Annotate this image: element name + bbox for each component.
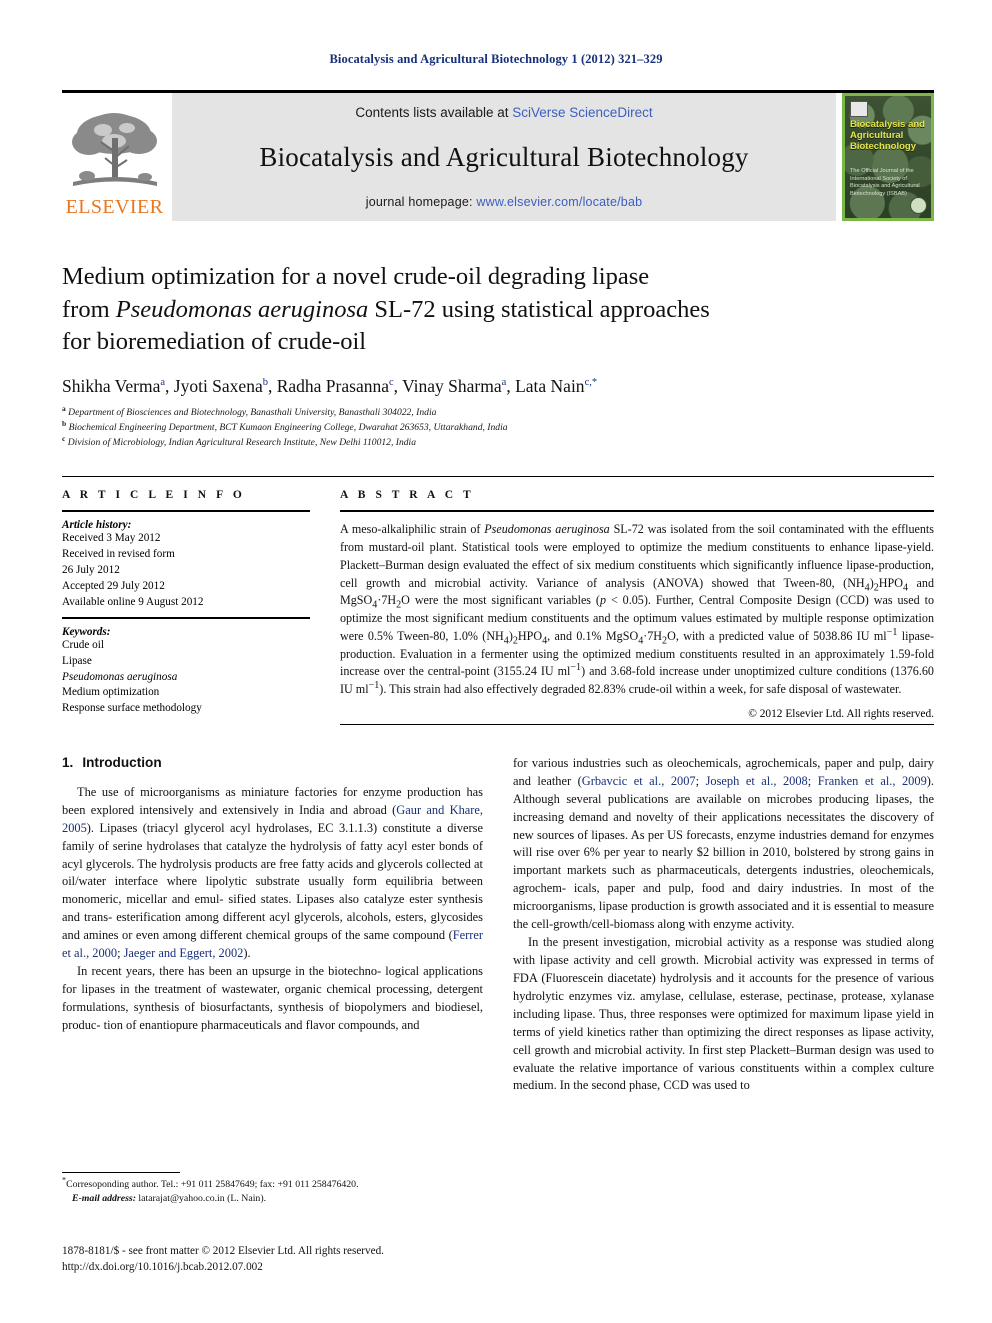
author-affil-mark: b xyxy=(262,376,268,388)
doi-link[interactable]: http://dx.doi.org/10.1016/j.bcab.2012.07… xyxy=(62,1259,582,1275)
keywords-block: Keywords: Crude oil Lipase Pseudomonas a… xyxy=(62,619,310,718)
cover-badge-icon xyxy=(910,197,927,214)
abstract-column: A B S T R A C T A meso-alkaliphilic stra… xyxy=(340,489,934,725)
keyword: Lipase xyxy=(62,654,92,667)
affiliation-list: a Department of Biosciences and Biotechn… xyxy=(62,404,930,451)
title-line-2-prefix: from xyxy=(62,295,116,323)
article-history-item: Available online 9 August 2012 xyxy=(62,595,204,608)
elsevier-wordmark: ELSEVIER xyxy=(65,196,164,218)
journal-band: Contents lists available at SciVerse Sci… xyxy=(172,93,836,221)
author-list: Shikha Vermaa, Jyoti Saxenab, Radha Pras… xyxy=(62,375,598,396)
affiliation: c Division of Microbiology, Indian Agric… xyxy=(62,433,930,451)
journal-cover-thumbnail: Biocatalysis and Agricultural Biotechnol… xyxy=(842,93,934,221)
journal-homepage-link[interactable]: www.elsevier.com/locate/bab xyxy=(476,195,642,209)
body-column-left: 1. Introduction The use of microorganisms… xyxy=(62,755,483,1096)
article-body: 1. Introduction The use of microorganisms… xyxy=(62,755,934,1096)
author-name: Jyoti Saxena xyxy=(173,375,263,396)
cover-title: Biocatalysis and Agricultural Biotechnol… xyxy=(850,119,925,152)
article-info-heading: A R T I C L E I N F O xyxy=(62,489,246,502)
issn-copyright-line: 1878-8181/$ - see front matter © 2012 El… xyxy=(62,1245,384,1257)
citation-link[interactable]: Franken et al., 2009 xyxy=(818,774,927,788)
author-affil-mark: c xyxy=(388,376,394,388)
author: Vinay Sharmaa xyxy=(402,376,506,396)
keyword: Medium optimization xyxy=(62,686,160,699)
author-affil-mark: c,* xyxy=(584,376,598,388)
citation-link[interactable]: Joseph et al., 2008 xyxy=(706,774,808,788)
article-history-item: Received in revised form xyxy=(62,548,175,561)
elsevier-logo: ELSEVIER xyxy=(62,93,167,221)
cover-society-logo-icon xyxy=(850,101,868,117)
paragraph: In the present investigation, microbial … xyxy=(513,935,934,1093)
cover-subtitle: The Official Journal of the Internationa… xyxy=(850,168,920,197)
journal-article-page: Biocatalysis and Agricultural Biotechnol… xyxy=(0,0,992,1323)
title-organism-name: Pseudomonas aeruginosa xyxy=(115,295,369,323)
citation-link[interactable]: Grbavcic et al., 2007 xyxy=(582,774,696,788)
abstract-copyright: © 2012 Elsevier Ltd. All rights reserved… xyxy=(748,707,934,720)
affiliation-text: Division of Microbiology, Indian Agricul… xyxy=(67,436,417,448)
article-history-block: Article history: Received 3 May 2012 Rec… xyxy=(62,512,310,617)
corresponding-author-footnote: *Corresoponding author. Tel.: +91 011 25… xyxy=(62,1172,462,1206)
article-history-item: Accepted 29 July 2012 xyxy=(62,579,165,592)
corresponding-author-email[interactable]: latarajat@yahoo.co.in (L. Nain). xyxy=(138,1193,266,1204)
affiliation: a Department of Biosciences and Biotechn… xyxy=(62,404,930,421)
contents-lists-prefix: Contents lists available at xyxy=(355,105,513,120)
title-line-2-suffix: SL-72 using statistical approaches xyxy=(368,295,710,323)
affiliation-text: Biochemical Engineering Department, BCT … xyxy=(68,422,508,434)
article-info-column: A R T I C L E I N F O Article history: R… xyxy=(62,489,310,725)
article-history-item: Received 3 May 2012 xyxy=(62,532,161,545)
corresponding-author-line: Corresoponding author. Tel.: +91 011 258… xyxy=(66,1179,359,1190)
keyword: Crude oil xyxy=(62,638,104,651)
journal-masthead: ELSEVIER Contents lists available at Sci… xyxy=(62,90,934,221)
homepage-prefix: journal homepage: xyxy=(365,195,477,209)
author-affil-mark: a xyxy=(501,376,507,388)
contents-lists-line: Contents lists available at SciVerse Sci… xyxy=(355,105,652,120)
author-name: Vinay Sharma xyxy=(402,375,502,396)
abstract-rule-bottom xyxy=(340,723,934,725)
keywords-label: Keywords: xyxy=(62,625,111,638)
sciencedirect-link[interactable]: SciVerse ScienceDirect xyxy=(512,105,652,120)
abstract-text: A meso-alkaliphilic strain of Pseudomona… xyxy=(340,522,934,697)
affiliation-text: Department of Biosciences and Biotechnol… xyxy=(68,407,437,419)
journal-homepage-line: journal homepage: www.elsevier.com/locat… xyxy=(366,195,643,209)
section-heading-introduction: 1. Introduction xyxy=(62,755,483,770)
affiliation: b Biochemical Engineering Department, BC… xyxy=(62,418,930,436)
paragraph: The use of microorganisms as miniature f… xyxy=(62,784,483,961)
title-block: Medium optimization for a novel crude-oi… xyxy=(62,261,930,450)
author-name: Radha Prasanna xyxy=(276,375,389,396)
keyword: Pseudomonas aeruginosa xyxy=(62,670,178,683)
affiliation-mark: b xyxy=(62,418,67,428)
author: Shikha Vermaa xyxy=(62,376,165,396)
paragraph: for various industries such as oleochemi… xyxy=(513,755,935,932)
section-number: 1. xyxy=(62,754,74,770)
body-column-right: for various industries such as oleochemi… xyxy=(513,755,934,1096)
article-history-label: Article history: xyxy=(62,519,132,532)
info-abstract-region: A R T I C L E I N F O Article history: R… xyxy=(62,476,934,725)
citation-link[interactable]: Gaur and Khare, 2005 xyxy=(62,803,483,835)
footnote-rule xyxy=(62,1172,180,1173)
affiliation-mark: c xyxy=(62,433,66,443)
author-name: Shikha Verma xyxy=(62,375,161,396)
journal-title: Biocatalysis and Agricultural Biotechnol… xyxy=(259,142,749,172)
article-history-item: 26 July 2012 xyxy=(62,564,120,577)
citation-link[interactable]: Jaeger and Eggert, 2002 xyxy=(124,946,244,960)
author-affil-mark: a xyxy=(160,376,166,388)
running-head: Biocatalysis and Agricultural Biotechnol… xyxy=(329,52,663,66)
title-line-1: Medium optimization for a novel crude-oi… xyxy=(62,263,650,290)
author-name: Lata Nain xyxy=(515,375,585,396)
author: Lata Nainc,* xyxy=(515,376,597,396)
title-line-3: for bioremediation of crude-oil xyxy=(62,328,367,356)
section-title-text: Introduction xyxy=(82,754,162,770)
affiliation-mark: a xyxy=(62,404,66,414)
footnote-text: *Corresoponding author. Tel.: +91 011 25… xyxy=(62,1176,462,1206)
elsevier-tree-icon xyxy=(71,113,157,186)
author: Radha Prasannac xyxy=(277,376,394,396)
email-label: E-mail address: xyxy=(72,1192,136,1204)
abstract-heading: A B S T R A C T xyxy=(340,489,475,502)
keyword: Response surface methodology xyxy=(62,702,202,715)
paragraph: In recent years, there has been an upsur… xyxy=(62,964,483,1032)
page-footer: 1878-8181/$ - see front matter © 2012 El… xyxy=(62,1243,582,1275)
page-title: Medium optimization for a novel crude-oi… xyxy=(62,261,930,359)
author: Jyoti Saxenab xyxy=(174,376,268,396)
